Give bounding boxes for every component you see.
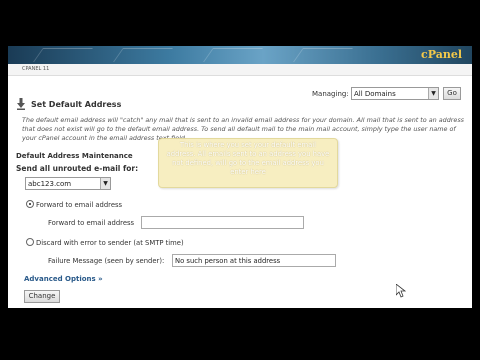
header-banner: cPanel <box>8 46 472 64</box>
cpanel-logo: cPanel <box>421 48 462 61</box>
page-title: Set Default Address <box>31 100 122 109</box>
send-unrouted-label: Send all unrouted e-mail for: <box>16 164 139 173</box>
failure-message-label: Failure Message (seen by sender): <box>48 257 165 265</box>
forward-field-label: Forward to email address <box>48 219 135 227</box>
forward-option-label: Forward to email address <box>36 201 123 209</box>
forward-email-input[interactable] <box>141 216 304 229</box>
cpanel-window: cPanel CPANEL 11 Managing: All Domains ▼… <box>8 46 472 308</box>
managing-selected-value: All Domains <box>354 90 396 98</box>
banner-decoration <box>113 48 173 62</box>
domain-select[interactable]: abc123.com ▼ <box>25 177 111 190</box>
breadcrumb-bar: CPANEL 11 <box>8 64 472 76</box>
breadcrumb[interactable]: CPANEL 11 <box>22 66 49 72</box>
advanced-options-link[interactable]: Advanced Options » <box>24 275 103 283</box>
banner-decoration <box>293 48 353 62</box>
change-button[interactable]: Change <box>24 290 60 303</box>
managing-domain-select[interactable]: All Domains ▼ <box>351 87 439 100</box>
failure-message-input[interactable]: No such person at this address <box>172 254 336 267</box>
chevron-down-icon: ▼ <box>100 178 110 189</box>
mouse-cursor-icon <box>396 284 406 298</box>
go-button[interactable]: Go <box>443 87 461 100</box>
managing-label: Managing: <box>312 90 349 98</box>
tooltip-text: This is where you set your default email… <box>166 141 330 176</box>
banner-decoration <box>203 48 263 62</box>
chevron-down-icon: ▼ <box>428 88 438 99</box>
discard-radio[interactable] <box>26 238 34 246</box>
section-title: Default Address Maintenance <box>16 152 133 160</box>
download-arrow-icon <box>17 98 25 110</box>
domain-selected-value: abc123.com <box>28 180 72 188</box>
forward-radio[interactable] <box>26 200 34 208</box>
banner-decoration <box>33 48 93 62</box>
tutorial-tooltip: This is where you set your default email… <box>158 138 338 188</box>
discard-option-label: Discard with error to sender (at SMTP ti… <box>36 239 184 247</box>
